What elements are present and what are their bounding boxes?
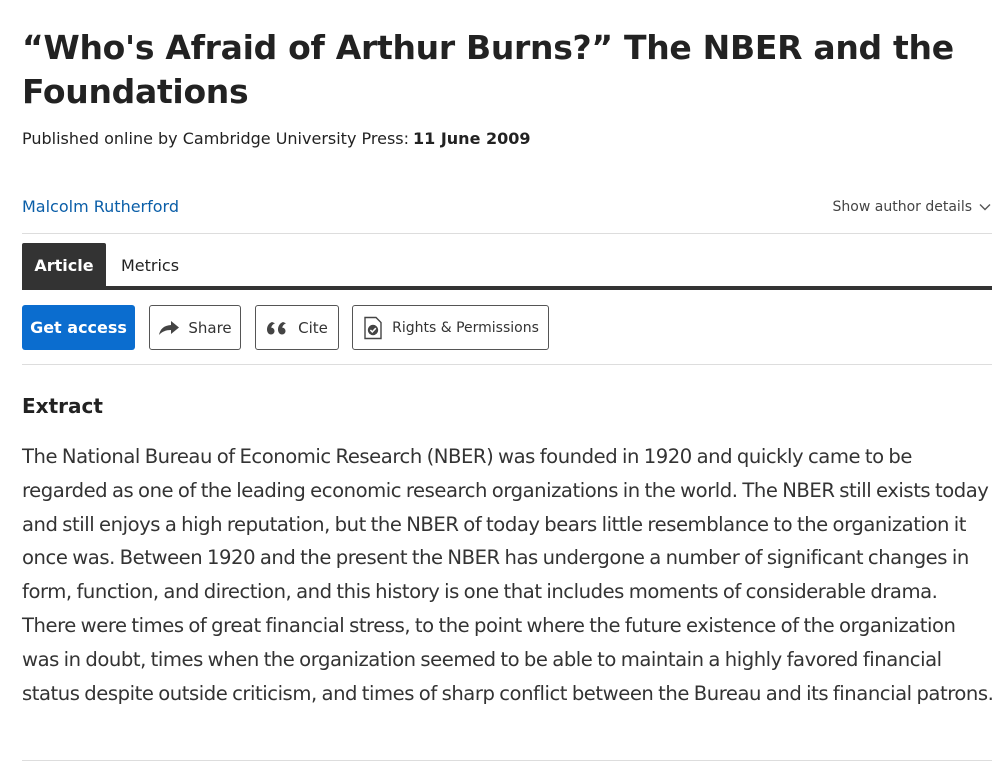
article-title: “Who's Afraid of Arthur Burns?” The NBER…	[22, 28, 954, 111]
get-access-button[interactable]: Get access	[22, 305, 135, 350]
article-tabs: Article Metrics	[22, 243, 992, 291]
tab-article[interactable]: Article	[22, 243, 106, 288]
action-bar: Get access Share Cite Rights & Permissio…	[22, 305, 992, 350]
author-row: Malcolm Rutherford Show author details	[22, 195, 992, 219]
cite-label: Cite	[298, 318, 328, 337]
tab-underline	[22, 286, 992, 290]
show-author-details-button[interactable]: Show author details	[833, 195, 992, 219]
divider	[22, 760, 992, 761]
rights-label: Rights & Permissions	[392, 319, 539, 336]
cite-button[interactable]: Cite	[255, 305, 339, 350]
rights-permissions-button[interactable]: Rights & Permissions	[352, 305, 549, 350]
divider	[22, 233, 992, 234]
share-button[interactable]: Share	[149, 305, 241, 350]
extract-heading: Extract	[22, 394, 103, 418]
quote-icon	[267, 321, 287, 334]
show-author-details-label: Show author details	[832, 199, 972, 215]
tab-metrics[interactable]: Metrics	[108, 243, 192, 288]
publication-info: Published online by Cambridge University…	[22, 128, 531, 150]
published-date: 11 June 2009	[413, 129, 531, 148]
document-check-icon	[364, 316, 382, 339]
published-label: Published online by Cambridge University…	[22, 129, 409, 148]
share-arrow-icon	[159, 320, 180, 335]
chevron-down-icon	[979, 204, 991, 211]
author-link[interactable]: Malcolm Rutherford	[22, 195, 179, 219]
share-label: Share	[188, 318, 232, 337]
divider	[22, 364, 992, 365]
extract-text: The National Bureau of Economic Research…	[22, 445, 994, 705]
